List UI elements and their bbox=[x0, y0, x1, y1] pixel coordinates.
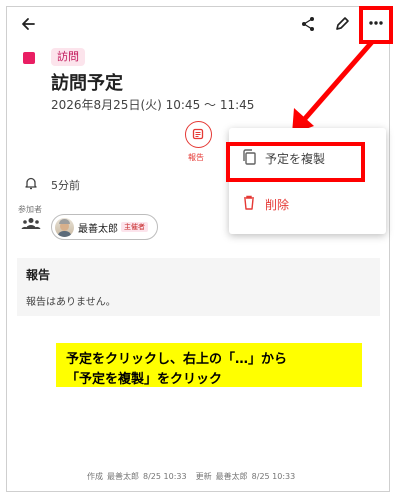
group-icon bbox=[21, 218, 41, 229]
menu-item-delete[interactable]: 削除 bbox=[229, 186, 386, 222]
more-button-highlight bbox=[359, 6, 393, 44]
created-label: 作成 bbox=[87, 472, 103, 481]
share-icon[interactable] bbox=[300, 16, 316, 32]
duplicate-highlight bbox=[226, 142, 365, 182]
organizer-badge: 主催者 bbox=[121, 222, 148, 232]
report-section: 報告 報告はありません。 bbox=[17, 258, 380, 316]
created-at: 8/25 10:33 bbox=[143, 472, 187, 481]
arrow-annotation-icon bbox=[292, 40, 374, 134]
event-tag: 訪問 bbox=[51, 48, 85, 66]
instruction-line-1: 予定をクリックし、右上の「…」から bbox=[66, 352, 288, 367]
trash-icon bbox=[244, 195, 254, 210]
report-button[interactable] bbox=[185, 121, 212, 148]
instruction-line-2: 「予定を複製」をクリック bbox=[66, 372, 223, 387]
participant-name: 最善太郎 bbox=[78, 224, 118, 235]
updated-by: 最善太郎 bbox=[215, 472, 248, 481]
pencil-icon[interactable] bbox=[334, 16, 350, 32]
instruction-note: 予定をクリックし、右上の「…」から 「予定を複製」をクリック bbox=[56, 343, 362, 387]
participant-chip[interactable]: 最善太郎 主催者 bbox=[51, 214, 158, 240]
updated-at: 8/25 10:33 bbox=[251, 472, 296, 481]
updated-label: 更新 bbox=[195, 472, 212, 481]
menu-item-delete-label: 削除 bbox=[265, 198, 290, 212]
report-button-label: 報告 bbox=[188, 153, 204, 162]
event-color-badge bbox=[23, 52, 35, 64]
report-icon bbox=[192, 128, 204, 140]
footer-meta: 作成 最善太郎 8/25 10:33 更新 最善太郎 8/25 10:33 bbox=[87, 471, 299, 482]
created-by: 最善太郎 bbox=[107, 472, 139, 481]
event-title: 訪問予定 bbox=[51, 73, 123, 94]
participants-label: 参加者 bbox=[18, 205, 42, 214]
arrow-left-icon[interactable] bbox=[20, 16, 36, 32]
report-section-title: 報告 bbox=[26, 268, 51, 282]
event-datetime: 2026年8月25日(火) 10:45 ～ 11:45 bbox=[51, 98, 255, 112]
avatar bbox=[55, 218, 74, 237]
bell-icon bbox=[25, 177, 37, 190]
report-empty-text: 報告はありません。 bbox=[26, 297, 116, 308]
reminder-text: 5分前 bbox=[51, 179, 80, 192]
